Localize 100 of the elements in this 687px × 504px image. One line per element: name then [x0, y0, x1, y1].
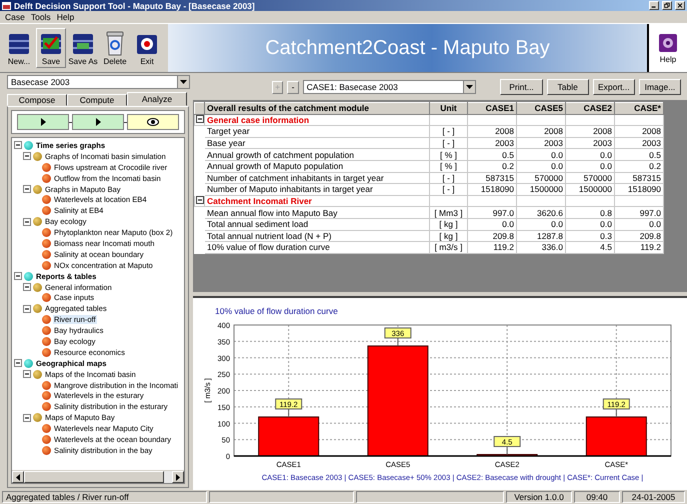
collapse-icon[interactable]: [23, 304, 31, 313]
tab[interactable]: Compute: [67, 94, 127, 106]
scroll-left-icon[interactable]: [12, 471, 24, 483]
dropdown-arrow-icon: [180, 80, 187, 84]
menu-item[interactable]: Case: [5, 12, 25, 22]
collapse-icon[interactable]: [196, 114, 204, 123]
dropdown-arrow-icon: [466, 85, 473, 89]
collapse-icon[interactable]: [23, 414, 31, 422]
leader-line: [506, 446, 508, 456]
case-select[interactable]: CASE1: Basecase 2003: [302, 80, 476, 94]
collapse-icon[interactable]: [14, 141, 22, 150]
leader-line: [397, 337, 398, 346]
collapse-icon[interactable]: [23, 185, 31, 193]
help-button[interactable]: Help: [647, 24, 687, 72]
table-cell: 0.0: [566, 218, 614, 230]
toolbar-button[interactable]: Exit: [132, 28, 162, 68]
close-icon[interactable]: [675, 1, 685, 10]
table-cell: Number of catchment inhabitants in target year: [204, 172, 430, 184]
column-header: CASE*: [614, 102, 664, 114]
tab[interactable]: Compose: [7, 94, 67, 106]
toolbar-button[interactable]: Save As: [68, 28, 98, 68]
toolbar-button[interactable]: Save: [36, 28, 66, 68]
table-cell: 1287.8: [516, 230, 566, 242]
table-cell: 997.0: [614, 206, 664, 218]
table-cell: 0.5: [468, 148, 516, 160]
table-cell: 0.0: [614, 218, 664, 230]
step-button[interactable]: [17, 114, 69, 130]
minimize-icon[interactable]: [649, 1, 659, 10]
menu-item[interactable]: Tools: [30, 12, 51, 22]
table-cell: 587315: [468, 172, 516, 184]
action-button[interactable]: Image...: [638, 79, 682, 95]
toolbar-button[interactable]: Delete: [100, 28, 130, 68]
table-cell: 0.0: [566, 160, 614, 172]
action-button[interactable]: Table: [546, 79, 589, 95]
status-version: Version 1.0.0: [506, 491, 572, 503]
table-cell: 10% value of flow duration curve: [204, 242, 430, 254]
collapse-icon[interactable]: [23, 283, 31, 292]
tab[interactable]: Analyze: [127, 92, 187, 106]
table-cell: 0.0: [516, 160, 566, 172]
case-dropdown[interactable]: Basecase 2003: [7, 75, 190, 89]
table-cell: Mean annual flow into Maputo Bay: [204, 206, 430, 218]
menu-item[interactable]: Help: [56, 12, 74, 22]
table-cell: [ - ]: [430, 126, 468, 138]
help-icon: [658, 32, 678, 54]
table-cell: 0.0: [468, 218, 516, 230]
action-button[interactable]: Export...: [592, 79, 635, 95]
step-button[interactable]: [72, 114, 124, 130]
column-header: CASE5: [516, 102, 566, 114]
table-cell: Annual growth of Maputo population: [204, 160, 430, 172]
table-cell: [ kg ]: [430, 218, 468, 230]
database-icon: [72, 32, 94, 56]
table-cell: Base year: [204, 137, 430, 149]
table-cell: 2003: [614, 137, 664, 149]
toolbar-button[interactable]: New...: [4, 28, 34, 68]
database-icon: [8, 32, 30, 56]
table-cell: 1518090: [468, 184, 516, 196]
table-cell: 119.2: [468, 242, 516, 254]
table-cell: 3620.6: [516, 206, 566, 218]
nav-button[interactable]: -: [287, 80, 299, 94]
play-icon: [96, 118, 100, 126]
table-cell: 2008: [516, 126, 566, 138]
table-cell: 209.8: [468, 230, 516, 242]
step-button[interactable]: [127, 114, 179, 130]
restore-icon[interactable]: [662, 1, 672, 10]
section-title: General case information: [204, 114, 430, 126]
bar: [476, 454, 538, 456]
leader-line: [616, 408, 617, 418]
scroll-right-icon[interactable]: [172, 471, 184, 483]
section-title: Catchment Incomati River: [204, 195, 430, 207]
table-cell: 209.8: [614, 230, 664, 242]
table-cell: 0.0: [516, 218, 566, 230]
bar: [258, 416, 320, 456]
table-cell: [ % ]: [430, 148, 468, 160]
scrollbar-thumb[interactable]: [24, 471, 164, 483]
table-cell: 0.0: [566, 148, 614, 160]
table-cell: [ - ]: [430, 172, 468, 184]
collapse-icon[interactable]: [196, 196, 204, 204]
collapse-icon[interactable]: [14, 359, 22, 368]
table-cell: 2003: [516, 137, 566, 149]
table-cell: 570000: [516, 172, 566, 184]
status-path: Aggregated tables / River run-off: [2, 491, 207, 503]
table-cell: 0.2: [614, 160, 664, 172]
database-check-icon: [40, 32, 62, 56]
table-cell: 2008: [614, 126, 664, 138]
collapse-icon[interactable]: [23, 218, 31, 226]
exit-icon: [136, 32, 158, 56]
banner-title: Catchment2Coast - Maputo Bay: [265, 36, 550, 60]
bar: [586, 416, 647, 456]
collapse-icon[interactable]: [23, 370, 31, 378]
collapse-icon[interactable]: [14, 272, 22, 280]
table-cell: Annual growth of catchment population: [204, 148, 430, 160]
collapse-icon[interactable]: [23, 152, 31, 160]
table-cell: 0.5: [614, 148, 664, 160]
action-button[interactable]: Print...: [500, 79, 543, 95]
column-header: CASE2: [566, 102, 614, 114]
table-cell: 2008: [468, 126, 516, 138]
leader-line: [288, 408, 290, 418]
table-cell: [ Mm3 ]: [430, 206, 468, 218]
column-header: Overall results of the catchment module: [204, 102, 430, 114]
table-cell: 0.8: [566, 206, 614, 218]
